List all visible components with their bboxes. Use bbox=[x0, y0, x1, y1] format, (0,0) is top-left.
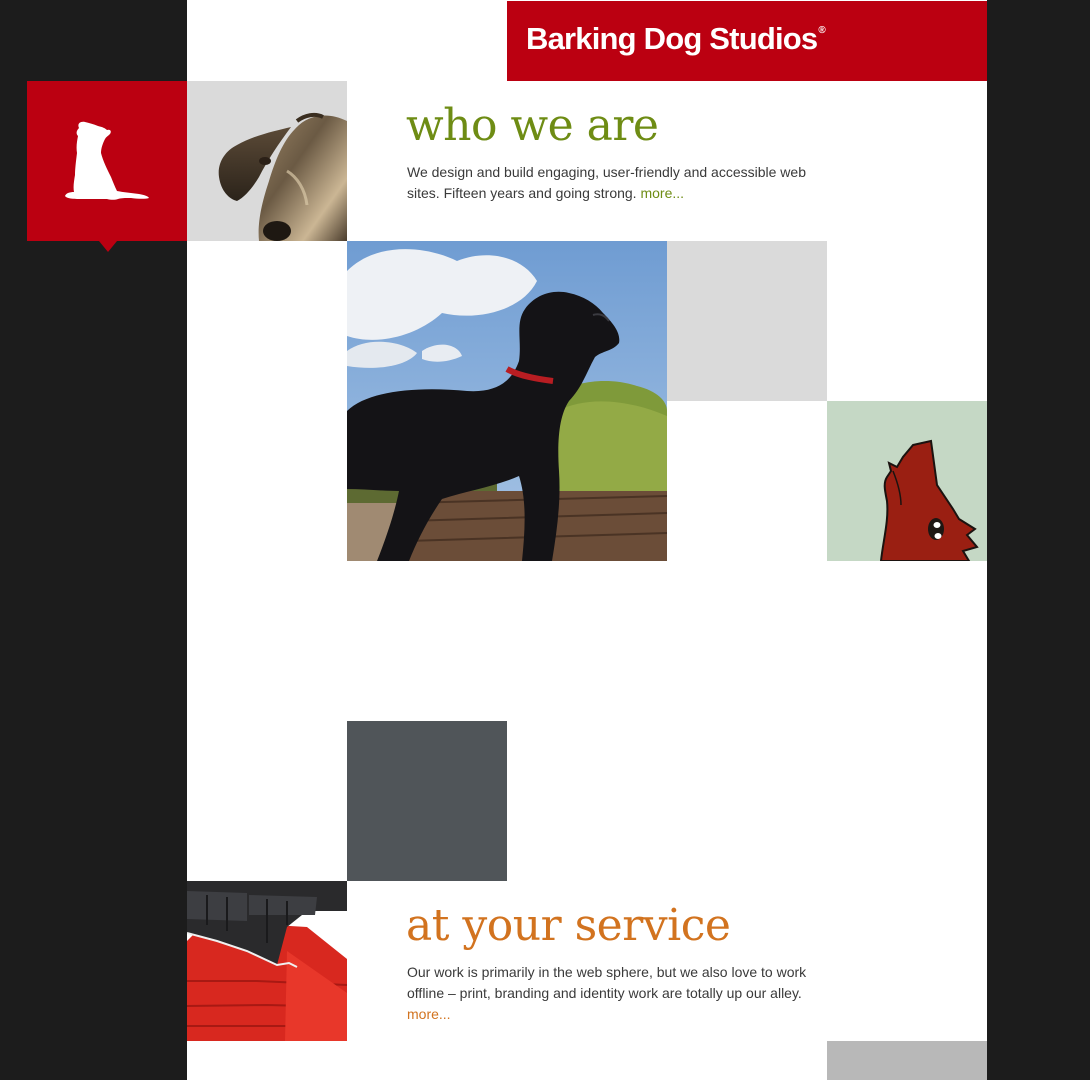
red-dog-painting-image bbox=[879, 439, 979, 561]
at-your-service-more-link[interactable]: more... bbox=[407, 1006, 451, 1022]
section-title-who-we-are: who we are bbox=[406, 100, 659, 151]
slate-tile bbox=[347, 721, 507, 881]
section-text-at-your-service: Our work is primarily in the web sphere,… bbox=[407, 962, 822, 1025]
at-your-service-description: Our work is primarily in the web sphere,… bbox=[407, 964, 807, 1001]
black-dog-image bbox=[347, 241, 667, 561]
red-doghouse-image bbox=[187, 881, 347, 1041]
statue-dog-tile bbox=[187, 81, 347, 241]
gray-tile-2 bbox=[827, 1041, 987, 1080]
who-we-are-description: We design and build engaging, user-frien… bbox=[407, 164, 806, 201]
section-title-at-your-service: at your service bbox=[406, 900, 731, 951]
who-we-are-more-link[interactable]: more... bbox=[640, 185, 684, 201]
logo-tile[interactable] bbox=[27, 81, 187, 241]
sitting-dog-icon bbox=[65, 121, 149, 200]
section-text-who-we-are: We design and build engaging, user-frien… bbox=[407, 162, 822, 204]
brand-name: Barking Dog Studios bbox=[526, 21, 818, 56]
red-dog-art-tile bbox=[827, 401, 987, 561]
logo-pointer bbox=[99, 241, 117, 252]
brand-logo-link[interactable]: Barking Dog Studios® bbox=[526, 21, 826, 57]
site-header: Barking Dog Studios® bbox=[507, 1, 987, 81]
black-dog-photo bbox=[347, 241, 667, 561]
statue-dog-image bbox=[218, 112, 347, 241]
registered-mark: ® bbox=[818, 25, 825, 36]
gray-tile-1 bbox=[667, 241, 827, 401]
doghouse-photo bbox=[187, 881, 347, 1041]
